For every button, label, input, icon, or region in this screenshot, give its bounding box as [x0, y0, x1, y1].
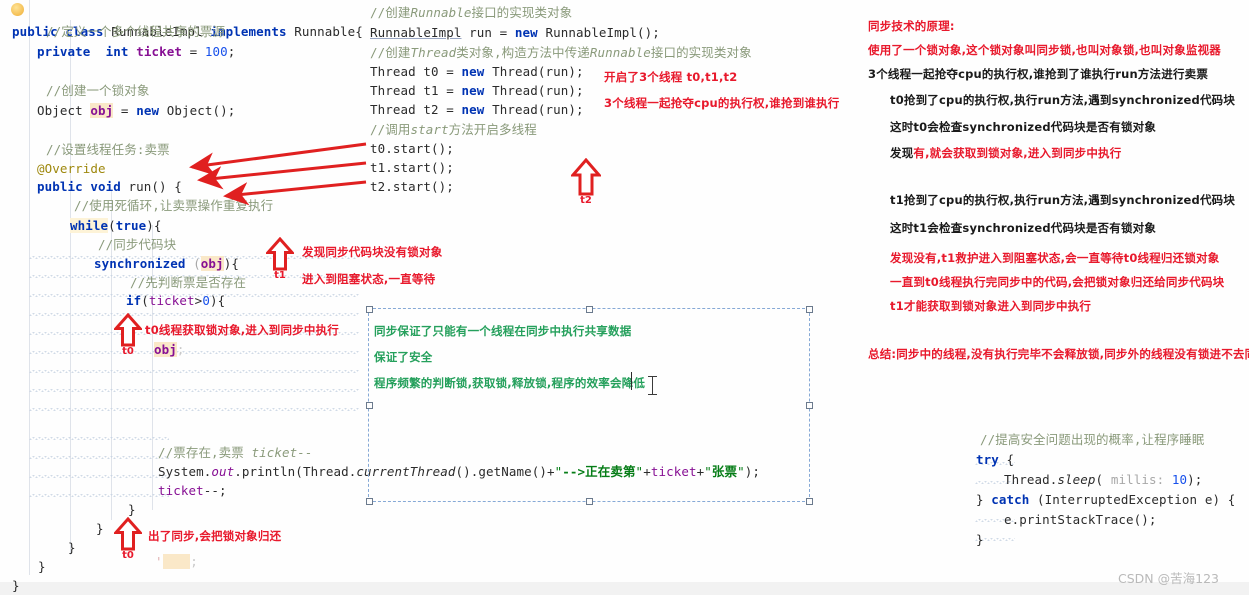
text-caret — [631, 372, 632, 390]
inspection-wave — [29, 494, 169, 497]
code-comment-lock-object: //创建一个锁对象 — [46, 83, 150, 98]
annotation-t1-line2: 进入到阻塞状态,一直等待 — [302, 272, 436, 286]
code-line-close-method: } — [38, 559, 46, 574]
code-line-thread-sleep[interactable]: Thread.sleep( millis: 10); — [1004, 470, 1202, 489]
up-arrow-t2: t2 — [569, 157, 603, 206]
code-annotation-override: @Override — [37, 161, 106, 176]
code-comment-thread-task: //设置线程任务:卖票 — [46, 142, 170, 157]
code-line-t0-start[interactable]: t0.start(); — [370, 139, 454, 158]
resize-handle-se[interactable] — [806, 498, 813, 505]
up-arrow-t1: t1 — [264, 236, 296, 281]
annotation-t1-line1: 发现同步代码块没有锁对象 — [302, 245, 443, 259]
code-line-while[interactable]: while(true){ — [70, 216, 162, 235]
right-panel-line-8: 一直到t0线程执行完同步中的代码,会把锁对象归还给同步代码块 — [890, 275, 1225, 289]
up-arrow-t2-label: t2 — [580, 195, 592, 206]
code-comment-create-impl: //创建Runnable接口的实现类对象 — [370, 5, 573, 20]
code-line-run-method[interactable]: public void run() { — [37, 177, 182, 196]
code-comment-create-thread: //创建Thread类对象,构造方法中传递Runnable接口的实现类对象 — [370, 45, 752, 60]
up-arrow-t0-acquire-label: t0 — [122, 346, 134, 357]
up-arrow-t0-acquire: t0 — [112, 312, 144, 357]
resize-handle-w[interactable] — [366, 402, 373, 409]
code-line-t1-start[interactable]: t1.start(); — [370, 158, 454, 177]
inspection-wave — [29, 313, 359, 316]
resize-handle-s[interactable] — [586, 498, 593, 505]
up-arrow-t1-label: t1 — [274, 270, 286, 281]
code-hint-release: ' ; — [155, 554, 198, 569]
annotation-t0-acquire-text: t0线程获取锁对象,进入到同步中执行 — [145, 323, 339, 337]
right-panel-line-1: 3个线程一起抢夺cpu的执行权,谁抢到了谁执行run方法进行卖票 — [868, 67, 1209, 81]
code-line-thread-t2[interactable]: Thread t2 = new Thread(run); — [370, 100, 584, 119]
annotation-threads-started: 开启了3个线程 t0,t1,t2 — [604, 70, 738, 84]
right-panel-line-5: t1抢到了cpu的执行权,执行run方法,遇到synchronized代码块 — [890, 193, 1236, 207]
textbox-line-0: 同步保证了只能有一个线程在同步中执行共享数据 — [374, 324, 632, 338]
resize-handle-n[interactable] — [586, 306, 593, 313]
code-line-close-try: } — [976, 532, 984, 547]
resize-handle-sw[interactable] — [366, 498, 373, 505]
right-panel-line-9: t1才能获取到锁对象进入到同步中执行 — [890, 299, 1092, 313]
code-line-ticket-decrement[interactable]: ticket--; — [158, 481, 227, 500]
code-line-obj-field[interactable]: Object obj = new Object(); — [37, 101, 235, 120]
up-arrow-t0-release: t0 — [112, 516, 144, 561]
code-line-try[interactable]: try { — [976, 450, 1014, 469]
editor-bottom-bar — [0, 582, 1249, 595]
right-panel-line-2: t0抢到了cpu的执行权,执行run方法,遇到synchronized代码块 — [890, 93, 1236, 107]
selected-textbox[interactable]: 同步保证了只能有一个线程在同步中执行共享数据 保证了安全 程序频繁的判断锁,获取… — [366, 306, 813, 505]
right-panel-line-0: 使用了一个锁对象,这个锁对象叫同步锁,也叫对象锁,也叫对象监视器 — [868, 43, 1222, 57]
right-panel-line-4: 发现有,就会获取到锁对象,进入到同步中执行 — [890, 146, 1122, 160]
code-line-catch[interactable]: } catch (InterruptedException e) { — [976, 490, 1235, 509]
code-line-synchronized[interactable]: synchronized (obj){ — [94, 254, 239, 273]
right-panel-line-4-prefix: 发现 — [890, 146, 914, 160]
obj-hint-label: obj — [154, 342, 177, 357]
textbox-line-2: 程序频繁的判断锁,获取锁,释放锁,程序的效率会降低 — [374, 376, 646, 390]
resize-handle-nw[interactable] — [366, 306, 373, 313]
right-panel-title: 同步技术的原理: — [868, 19, 955, 33]
right-panel-line-3: 这时t0会检查synchronized代码块是否有锁对象 — [890, 120, 1157, 134]
text-cursor-ibeam — [648, 376, 657, 395]
inspection-wave — [29, 456, 169, 459]
code-line-thread-t1[interactable]: Thread t1 = new Thread(run); — [370, 81, 584, 100]
inspection-wave — [29, 408, 359, 411]
right-panel-line-6: 这时t1会检查synchronized代码块是否有锁对象 — [890, 221, 1157, 235]
resize-handle-ne[interactable] — [806, 306, 813, 313]
code-comment-call-start: //调用start方法开启多线程 — [370, 122, 537, 137]
inspection-wave — [29, 475, 169, 478]
code-line-ticket-field[interactable]: private int ticket = 100; — [37, 42, 235, 61]
csdn-watermark: CSDN @苦海123 — [1118, 571, 1219, 586]
code-line-close-sync: } — [96, 521, 104, 536]
screenshot-root: public class RunnableImpl implements Run… — [0, 0, 1249, 595]
inspection-wave — [29, 437, 169, 440]
right-panel-summary: 总结:同步中的线程,没有执行完毕不会释放锁,同步外的线程没有锁进不去同步 — [868, 347, 1249, 361]
code-line-new-impl[interactable]: RunnableImpl run = new RunnableImpl(); — [370, 23, 660, 42]
annotation-threads-compete: 3个线程一起抢夺cpu的执行权,谁抢到谁执行 — [604, 96, 840, 110]
right-panel-line-7: 发现没有,t1救护进入到阻塞状态,会一直等待t0线程归还锁对象 — [890, 251, 1220, 265]
code-comment-while-loop: //使用死循环,让卖票操作重复执行 — [74, 198, 274, 213]
code-line-print-stack-trace[interactable]: e.printStackTrace(); — [1004, 510, 1157, 529]
code-hint-obj: obj; — [154, 342, 185, 357]
code-line-t2-start[interactable]: t2.start(); — [370, 177, 454, 196]
code-line-close-class: } — [12, 578, 20, 593]
inspection-wave — [29, 370, 359, 373]
code-comment-ticket-source: //定义一个多个线程共享的票源 — [46, 24, 226, 39]
annotation-t0-release-text: 出了同步,会把锁对象归还 — [148, 529, 282, 543]
resize-handle-e[interactable] — [806, 402, 813, 409]
indent-guide — [29, 0, 30, 575]
code-line-thread-t0[interactable]: Thread t0 = new Thread(run); — [370, 62, 584, 81]
code-comment-sleep: //提高安全问题出现的概率,让程序睡眠 — [980, 432, 1205, 447]
code-line-close-while: } — [68, 540, 76, 555]
code-comment-check-ticket: //先判断票是否存在 — [130, 275, 247, 290]
inspection-wave — [29, 389, 359, 392]
up-arrow-t0-release-label: t0 — [122, 550, 134, 561]
code-comment-sell-ticket: //票存在,卖票 ticket-- — [158, 445, 313, 460]
code-line-if-ticket[interactable]: if(ticket>0){ — [126, 291, 225, 310]
textbox-line-1: 保证了安全 — [374, 350, 433, 364]
inspection-wave — [29, 351, 359, 354]
code-comment-sync-block: //同步代码块 — [98, 237, 177, 252]
